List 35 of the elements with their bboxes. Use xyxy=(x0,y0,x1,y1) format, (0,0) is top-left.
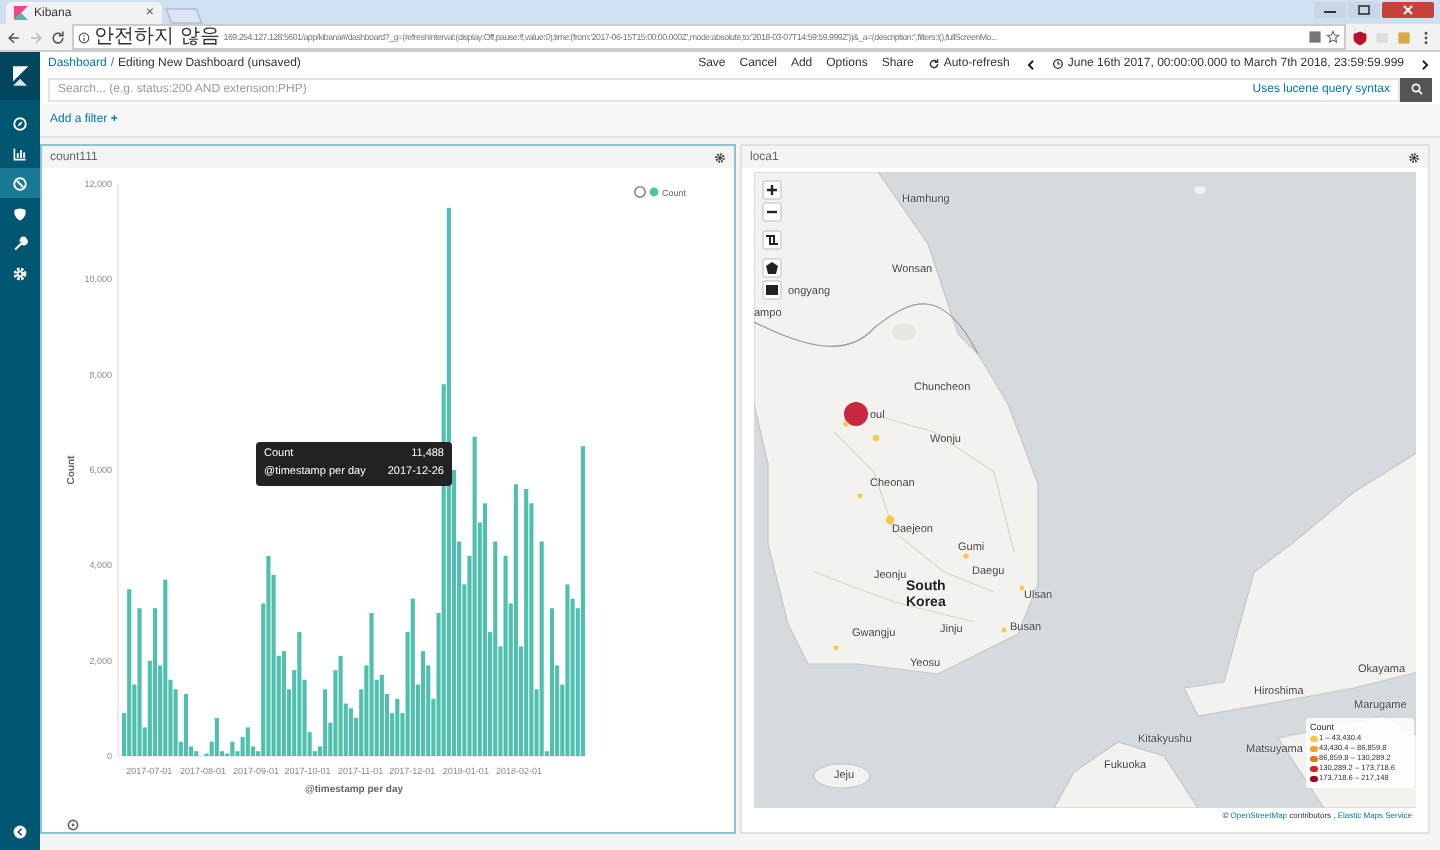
search-button[interactable] xyxy=(1400,77,1432,101)
search-icon xyxy=(1409,82,1423,96)
collapse-icon[interactable] xyxy=(12,824,28,840)
minimize-icon[interactable] xyxy=(1314,1,1346,17)
shield-icon[interactable] xyxy=(1352,29,1368,45)
kibana-logo-icon xyxy=(14,6,28,20)
gear-icon[interactable] xyxy=(1408,151,1420,163)
draw-rectangle-button[interactable] xyxy=(762,280,782,300)
close-icon[interactable] xyxy=(1382,1,1434,17)
dashboard-icon xyxy=(12,175,28,191)
info-icon xyxy=(78,31,90,43)
zoom-in-button[interactable] xyxy=(762,180,782,200)
chevron-right-icon[interactable] xyxy=(1418,57,1432,71)
toggle-icon[interactable] xyxy=(66,818,80,832)
compass-icon xyxy=(12,115,28,131)
security-warning: 안전하지 않음 xyxy=(94,27,220,47)
wrench-icon xyxy=(12,235,28,251)
reload-icon[interactable] xyxy=(50,29,66,45)
legend-toggle-icon[interactable] xyxy=(634,186,646,198)
shield-icon xyxy=(12,205,28,221)
gear-icon xyxy=(12,265,28,281)
bar-chart-icon xyxy=(12,145,28,161)
draw-polygon-button[interactable] xyxy=(762,258,782,278)
kibana-logo-icon[interactable] xyxy=(0,52,40,100)
sidebar-item[interactable] xyxy=(0,168,40,198)
back-arrow-icon[interactable] xyxy=(6,29,22,45)
gear-icon[interactable] xyxy=(714,151,726,163)
zoom-out-button[interactable] xyxy=(762,202,782,222)
refresh-icon xyxy=(927,58,940,70)
fit-bounds-button[interactable] xyxy=(762,230,782,250)
star-icon[interactable] xyxy=(1326,30,1340,44)
maximize-icon[interactable] xyxy=(1348,1,1380,17)
clock-icon xyxy=(1051,58,1064,70)
address-field[interactable] xyxy=(72,24,1346,50)
chevron-left-icon[interactable] xyxy=(1023,57,1038,71)
